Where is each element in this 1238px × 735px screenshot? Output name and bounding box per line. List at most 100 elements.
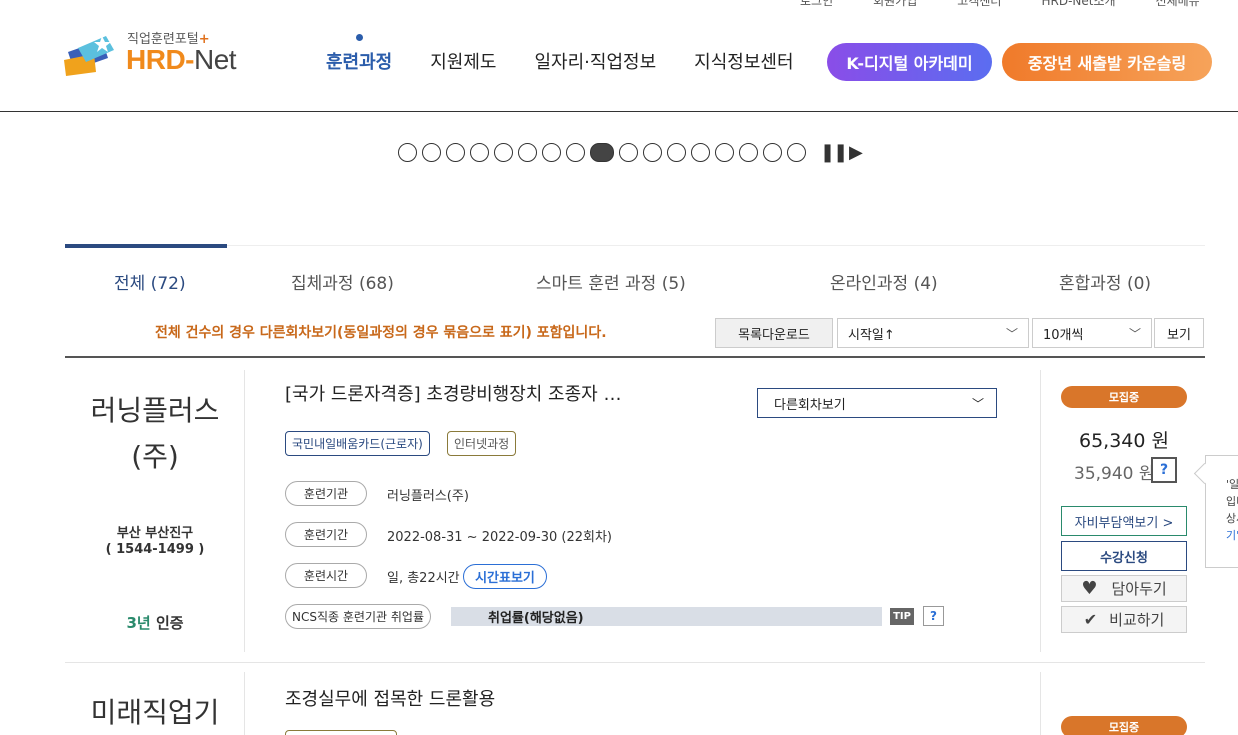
- tag-internet-course: 인터넷과정: [447, 431, 517, 456]
- course-title[interactable]: [국가 드론자격증] 초경량비행장치 조종자 …: [285, 380, 621, 406]
- popover-line: 상세: [1226, 512, 1238, 525]
- training-org: 미래직업기: [65, 690, 245, 735]
- tab-all[interactable]: 전체 (72): [114, 269, 186, 294]
- logo-hrd: HRD-: [126, 44, 195, 75]
- popover-line: 기': [1226, 529, 1238, 542]
- tab-blended-course[interactable]: 혼합과정 (0): [1059, 269, 1151, 294]
- help-icon[interactable]: ?: [923, 606, 944, 626]
- tab-online-course[interactable]: 온라인과정 (4): [830, 269, 938, 294]
- midlife-counseling-button[interactable]: 중장년 새출발 카운슬링: [1002, 43, 1212, 81]
- nav-training-courses[interactable]: 훈련과정: [326, 34, 392, 74]
- active-tab-indicator: [65, 244, 227, 248]
- play-icon[interactable]: ▶: [849, 142, 863, 163]
- slider-dot[interactable]: [566, 143, 585, 162]
- org-name-suffix: (주): [131, 440, 179, 473]
- slider-dot[interactable]: [446, 143, 465, 162]
- status-badge: 모집중: [1061, 386, 1187, 408]
- slider-dot[interactable]: [518, 143, 537, 162]
- tag-learning-card: 국민내일배움카드(근로자): [285, 431, 430, 456]
- org-phone: ( 1544-1499 ): [105, 542, 205, 557]
- popover-line: '일: [1226, 478, 1238, 491]
- slider-dot[interactable]: [422, 143, 441, 162]
- org-location: 부산 부산진구: [116, 526, 194, 541]
- label-period: 훈련기간: [285, 522, 367, 547]
- heart-icon: ♥: [1081, 578, 1098, 599]
- course-title[interactable]: 조경실무에 접목한 드론활용: [285, 685, 495, 711]
- nav-job-info[interactable]: 일자리·직업정보: [535, 48, 657, 74]
- util-join[interactable]: 회원가입: [873, 0, 917, 9]
- column-divider: [244, 370, 245, 652]
- util-all-menu[interactable]: 전체메뉴: [1156, 0, 1200, 9]
- cert-label: 인증: [155, 614, 184, 632]
- wishlist-label: 담아두기: [1111, 580, 1167, 598]
- download-list-button[interactable]: 목록다운로드: [715, 318, 833, 348]
- org-contact: 부산 부산진구 ( 1544-1499 ): [65, 526, 245, 558]
- chevron-down-icon: ﹀: [1005, 327, 1018, 341]
- employment-rate-bar: 취업률(해당없음): [451, 607, 882, 626]
- wishlist-button[interactable]: ♥ 담아두기: [1061, 575, 1187, 602]
- page-size-select[interactable]: 10개씩 ﹀: [1032, 318, 1152, 348]
- course-price: 65,340 원: [1078, 430, 1169, 452]
- slider-dot[interactable]: [494, 143, 513, 162]
- hours-value: 일, 총22시간: [387, 571, 460, 586]
- util-support[interactable]: 고객센터: [957, 0, 1001, 9]
- compare-label: 비교하기: [1109, 611, 1165, 629]
- chevron-down-icon: ﹀: [1128, 327, 1141, 341]
- certification: 3년 인증: [65, 612, 245, 633]
- chevron-down-icon: ﹀: [971, 397, 984, 411]
- column-divider: [1040, 672, 1041, 735]
- hrd-net-logo[interactable]: 직업훈련포털+ HRD-Net: [64, 28, 264, 78]
- help-icon[interactable]: ?: [1151, 457, 1177, 483]
- status-badge: 모집중: [1061, 716, 1187, 735]
- nav-knowledge-center[interactable]: 지식정보센터: [694, 48, 793, 74]
- sort-select[interactable]: 시작일↑ ﹀: [837, 318, 1029, 348]
- tab-group-course[interactable]: 집체과정 (68): [291, 269, 394, 294]
- slider-dot[interactable]: [470, 143, 489, 162]
- label-hours: 훈련시간: [285, 563, 367, 588]
- self-pay-popover: '일 입비 상세 기': [1205, 455, 1238, 568]
- cert-years: 3년: [126, 614, 151, 632]
- list-notice: 전체 건수의 경우 다른회차보기(동일과정의 경우 묶음으로 표기) 포함입니다…: [155, 325, 607, 341]
- slider-dot[interactable]: [398, 143, 417, 162]
- slider-dot[interactable]: [619, 143, 638, 162]
- other-round-select[interactable]: 다른회차보기 ﹀: [757, 388, 997, 418]
- org-name: 러닝플러스: [90, 394, 220, 427]
- timetable-button[interactable]: 시간표보기: [463, 564, 547, 589]
- slider-pagination: [398, 143, 806, 162]
- k-digital-academy-button[interactable]: K-디지털 아카데미: [827, 43, 992, 81]
- popover-line: 입비: [1226, 495, 1238, 508]
- other-round-value: 다른회차보기: [774, 397, 846, 413]
- slider-dot[interactable]: [590, 143, 614, 162]
- nav-support-system[interactable]: 지원제도: [430, 48, 496, 74]
- main-nav: 훈련과정 지원제도 일자리·직업정보 지식정보센터: [326, 34, 794, 74]
- check-icon: ✔: [1083, 610, 1098, 629]
- apply-button[interactable]: 수강신청: [1061, 541, 1187, 571]
- view-button[interactable]: 보기: [1154, 318, 1204, 348]
- slider-dot[interactable]: [667, 143, 686, 162]
- page-size-value: 10개씩: [1043, 327, 1084, 343]
- logo-mark-icon: [64, 36, 114, 76]
- logo-net: Net: [194, 44, 237, 75]
- compare-button[interactable]: ✔ 비교하기: [1061, 606, 1187, 633]
- sort-select-value: 시작일↑: [848, 327, 895, 343]
- self-pay-view-button[interactable]: 자비부담액보기 >: [1061, 506, 1187, 536]
- slider-dot[interactable]: [643, 143, 662, 162]
- label-ncs-employment: NCS직종 훈련기관 취업률: [285, 604, 431, 629]
- slider-dot[interactable]: [787, 143, 806, 162]
- site-header: 로그인 회원가입 고객센터 HRD-Net소개 전체메뉴 직업훈련포털+ HRD…: [0, 0, 1238, 112]
- tab-smart-training[interactable]: 스마트 훈련 과정 (5): [536, 269, 686, 294]
- slider-dot[interactable]: [542, 143, 561, 162]
- slider-dot[interactable]: [691, 143, 710, 162]
- org-name: 미래직업기: [90, 696, 220, 729]
- tip-badge[interactable]: TIP: [890, 608, 914, 625]
- training-org: 러닝플러스 (주): [65, 388, 245, 480]
- self-pay-price: 35,940 원: [1074, 464, 1155, 484]
- pause-icon[interactable]: ❚❚: [820, 142, 848, 163]
- slider-dot[interactable]: [739, 143, 758, 162]
- slider-dot[interactable]: [715, 143, 734, 162]
- util-about[interactable]: HRD-Net소개: [1041, 0, 1115, 9]
- slider-dot[interactable]: [763, 143, 782, 162]
- course-type-tabs: 전체 (72) 집체과정 (68) 스마트 훈련 과정 (5) 온라인과정 (4…: [65, 244, 1205, 297]
- course-tag: [285, 730, 397, 735]
- util-login[interactable]: 로그인: [800, 0, 833, 9]
